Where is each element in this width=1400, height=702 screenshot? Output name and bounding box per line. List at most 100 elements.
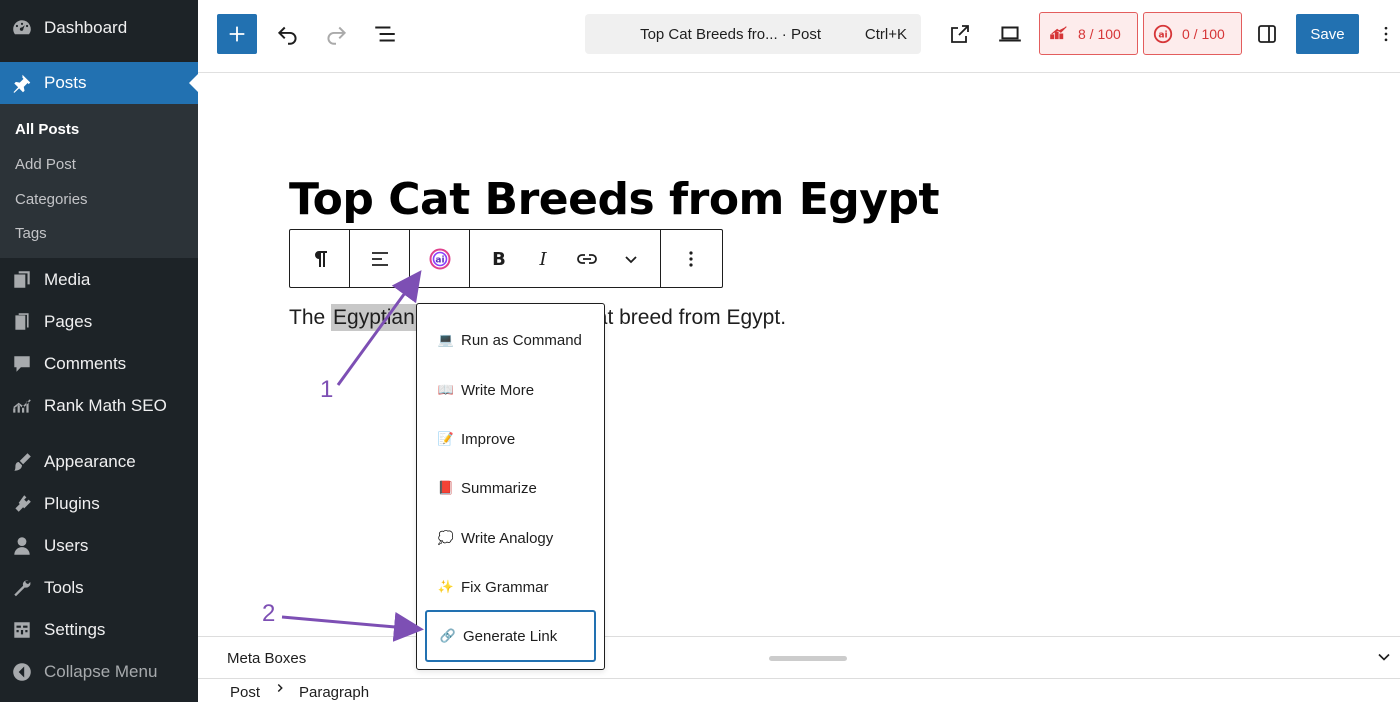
plus-icon: [229, 26, 245, 42]
undo-button[interactable]: [271, 17, 305, 51]
svg-text:B: B: [492, 249, 506, 270]
content-ai-icon: ai: [429, 248, 450, 269]
sidebar-item-settings[interactable]: Settings: [0, 610, 198, 650]
sidebar-item-comments[interactable]: Comments: [0, 344, 198, 384]
posts-submenu: All Posts Add Post Categories Tags: [0, 104, 198, 258]
content-ai-button[interactable]: ai: [410, 230, 469, 287]
menu-item-improve[interactable]: 📝 Improve: [425, 417, 596, 461]
add-block-button[interactable]: [217, 14, 257, 54]
italic-button[interactable]: I: [521, 230, 565, 287]
rank-math-icon: [1050, 25, 1067, 39]
save-button[interactable]: Save: [1296, 14, 1359, 54]
svg-text:ai: ai: [1158, 29, 1167, 40]
svg-text:I: I: [538, 249, 547, 270]
laptop-icon: [999, 26, 1021, 42]
highlighted-text: Egyptian: [331, 304, 417, 331]
sidebar-item-label: Plugins: [44, 494, 100, 513]
paragraph-block-button[interactable]: [290, 230, 349, 287]
content-ai-menu: 💻 Run as Command 📖 Write More 📝 Improve …: [416, 303, 605, 670]
view-post-button[interactable]: [943, 17, 977, 51]
collapse-menu-button[interactable]: Collapse Menu: [0, 652, 198, 692]
sidebar-item-rank-math[interactable]: Rank Math SEO: [0, 386, 198, 426]
post-title[interactable]: Top Cat Breeds from Egypt: [289, 174, 939, 225]
pages-icon: [10, 310, 34, 334]
sidebar-item-appearance[interactable]: Appearance: [0, 442, 198, 482]
sparkles-icon: ✨: [437, 579, 455, 594]
sidebar-item-label: Tools: [44, 578, 84, 597]
align-left-icon: [371, 251, 388, 266]
resize-handle[interactable]: [769, 656, 847, 661]
sidebar-item-media[interactable]: Media: [0, 260, 198, 300]
block-toolbar: ai B I: [289, 229, 723, 288]
link-button[interactable]: [565, 230, 609, 287]
chevron-down-icon[interactable]: [1374, 647, 1394, 667]
menu-item-write-analogy[interactable]: 💭 Write Analogy: [425, 516, 596, 560]
brush-icon: [10, 450, 34, 474]
memo-emoji-icon: 📝: [437, 431, 455, 446]
sidebar-item-posts[interactable]: Posts: [0, 62, 198, 104]
sidebar-item-plugins[interactable]: Plugins: [0, 484, 198, 524]
menu-item-label: Write More: [461, 381, 535, 399]
content-ai-score-button[interactable]: ai 0 / 100: [1143, 12, 1242, 55]
sidebar-item-label: Pages: [44, 312, 93, 331]
menu-item-generate-link[interactable]: 🔗 Generate Link: [425, 610, 596, 662]
list-view-icon: [375, 26, 395, 42]
menu-item-label: Summarize: [461, 479, 537, 497]
paragraph-text-before: The: [289, 306, 332, 329]
menu-item-run-as-command[interactable]: 💻 Run as Command: [425, 318, 596, 362]
more-vertical-icon: [1384, 26, 1388, 42]
sidebar-item-label: Comments: [44, 354, 127, 373]
submenu-all-posts[interactable]: All Posts: [15, 121, 79, 138]
sidebar-item-dashboard[interactable]: Dashboard: [0, 8, 198, 48]
rank-math-icon: [10, 394, 34, 418]
redo-icon: [327, 26, 347, 45]
menu-item-summarize[interactable]: 📕 Summarize: [425, 466, 596, 510]
align-button[interactable]: [350, 230, 409, 287]
more-formats-button[interactable]: [609, 230, 653, 287]
submenu-add-post[interactable]: Add Post: [15, 156, 76, 173]
chevron-right-icon: [273, 681, 287, 699]
ai-group: ai: [410, 230, 470, 287]
sidebar-item-pages[interactable]: Pages: [0, 302, 198, 342]
preview-button[interactable]: [993, 17, 1027, 51]
link-icon: [577, 253, 597, 264]
block-breadcrumb: Post Paragraph: [198, 678, 1400, 702]
media-icon: [10, 268, 34, 292]
seo-score-button[interactable]: 8 / 100: [1039, 12, 1138, 55]
align-group: [350, 230, 410, 287]
more-vertical-icon: [688, 250, 693, 267]
dashboard-icon: [10, 16, 34, 40]
block-options-button[interactable]: [661, 230, 720, 287]
red-book-emoji-icon: 📕: [437, 480, 455, 495]
bold-icon: B: [492, 249, 506, 270]
pin-icon: [10, 71, 34, 95]
redo-button[interactable]: [319, 17, 353, 51]
options-button[interactable]: [1376, 17, 1396, 51]
link-emoji-icon: 🔗: [439, 628, 457, 643]
menu-item-write-more[interactable]: 📖 Write More: [425, 368, 596, 412]
paragraph-text-after: at breed from Egypt.: [595, 306, 787, 329]
breadcrumb-post[interactable]: Post: [230, 684, 260, 701]
breadcrumb-paragraph[interactable]: Paragraph: [299, 684, 369, 701]
sidebar-item-users[interactable]: Users: [0, 526, 198, 566]
submenu-tags[interactable]: Tags: [15, 225, 47, 242]
editor-header: Top Cat Breeds fro... · Post Ctrl+K 8 / …: [198, 0, 1400, 73]
italic-icon: I: [538, 249, 547, 270]
document-title: Top Cat Breeds fro... · Post: [640, 25, 821, 43]
meta-boxes-label: Meta Boxes: [227, 650, 307, 667]
sidebar-item-label: Posts: [44, 73, 87, 92]
sidebar-item-tools[interactable]: Tools: [0, 568, 198, 608]
document-overview-button[interactable]: [368, 17, 402, 51]
menu-item-label: Run as Command: [461, 331, 582, 349]
bold-button[interactable]: B: [477, 230, 521, 287]
menu-item-label: Improve: [461, 430, 516, 448]
command-palette-bar[interactable]: Top Cat Breeds fro... · Post Ctrl+K: [585, 14, 921, 54]
keyboard-shortcut: Ctrl+K: [864, 25, 907, 43]
menu-item-fix-grammar[interactable]: ✨ Fix Grammar: [425, 565, 596, 609]
collapse-icon: [10, 660, 34, 684]
sidebar-item-label: Dashboard: [44, 18, 128, 37]
menu-item-label: Generate Link: [463, 627, 558, 645]
submenu-categories[interactable]: Categories: [15, 191, 88, 208]
settings-icon: [10, 618, 34, 642]
settings-panel-button[interactable]: [1250, 17, 1284, 51]
